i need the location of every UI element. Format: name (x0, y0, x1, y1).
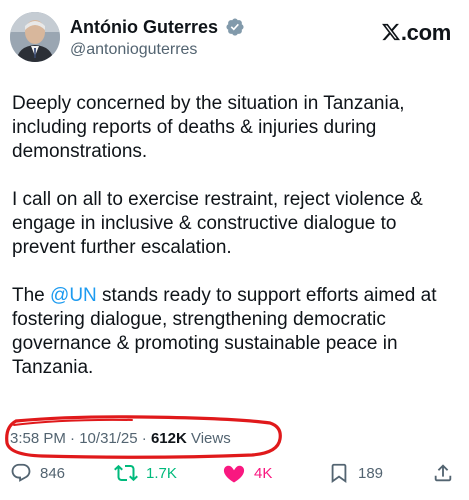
share-icon (434, 464, 452, 482)
tweet-header: António Guterres @antonioguterres .com (0, 0, 469, 80)
bookmark-button[interactable]: 189 (328, 460, 383, 486)
action-bar: 846 1.7K 4K 189 (0, 460, 469, 490)
bookmark-count: 189 (358, 464, 384, 482)
tweet-paragraph-3: The @UN stands ready to support efforts … (12, 284, 460, 380)
bookmark-icon (331, 463, 347, 484)
x-logo-icon (381, 23, 400, 41)
tweet-time[interactable]: 3:58 PM (10, 430, 66, 447)
tweet-date[interactable]: 10/31/25 (79, 430, 137, 447)
author-handle[interactable]: @antonioguterres (70, 40, 245, 60)
author-block: António Guterres @antonioguterres (70, 16, 245, 60)
site-logo: .com (381, 20, 451, 46)
avatar[interactable] (10, 12, 60, 62)
tweet-paragraph-1: Deeply concerned by the situation in Tan… (12, 93, 405, 162)
paragraph-prefix: The (12, 285, 51, 306)
tweet-meta: 3:58 PM · 10/31/25 · 612K Views (10, 430, 231, 447)
like-icon (223, 465, 245, 483)
tweet-text: Deeply concerned by the situation in Tan… (12, 92, 460, 404)
reply-count: 846 (40, 464, 66, 482)
meta-separator: · (65, 430, 80, 447)
meta-separator: · (137, 430, 151, 447)
like-button[interactable]: 4K (222, 460, 272, 486)
author-name[interactable]: António Guterres (70, 16, 218, 38)
mention-link-un[interactable]: @UN (50, 285, 97, 306)
share-button[interactable] (432, 460, 462, 486)
like-count: 4K (254, 464, 273, 482)
views-label: Views (186, 430, 231, 447)
verified-badge-icon (226, 18, 245, 36)
views-count: 612K (150, 430, 187, 447)
repost-button[interactable]: 1.7K (114, 460, 177, 486)
reply-button[interactable]: 846 (10, 460, 65, 486)
repost-icon (114, 464, 138, 482)
reply-icon (11, 463, 31, 482)
repost-count: 1.7K (146, 464, 177, 482)
tweet-paragraph-2: I call on all to exercise restraint, rej… (12, 189, 423, 258)
logo-suffix: .com (400, 20, 451, 45)
